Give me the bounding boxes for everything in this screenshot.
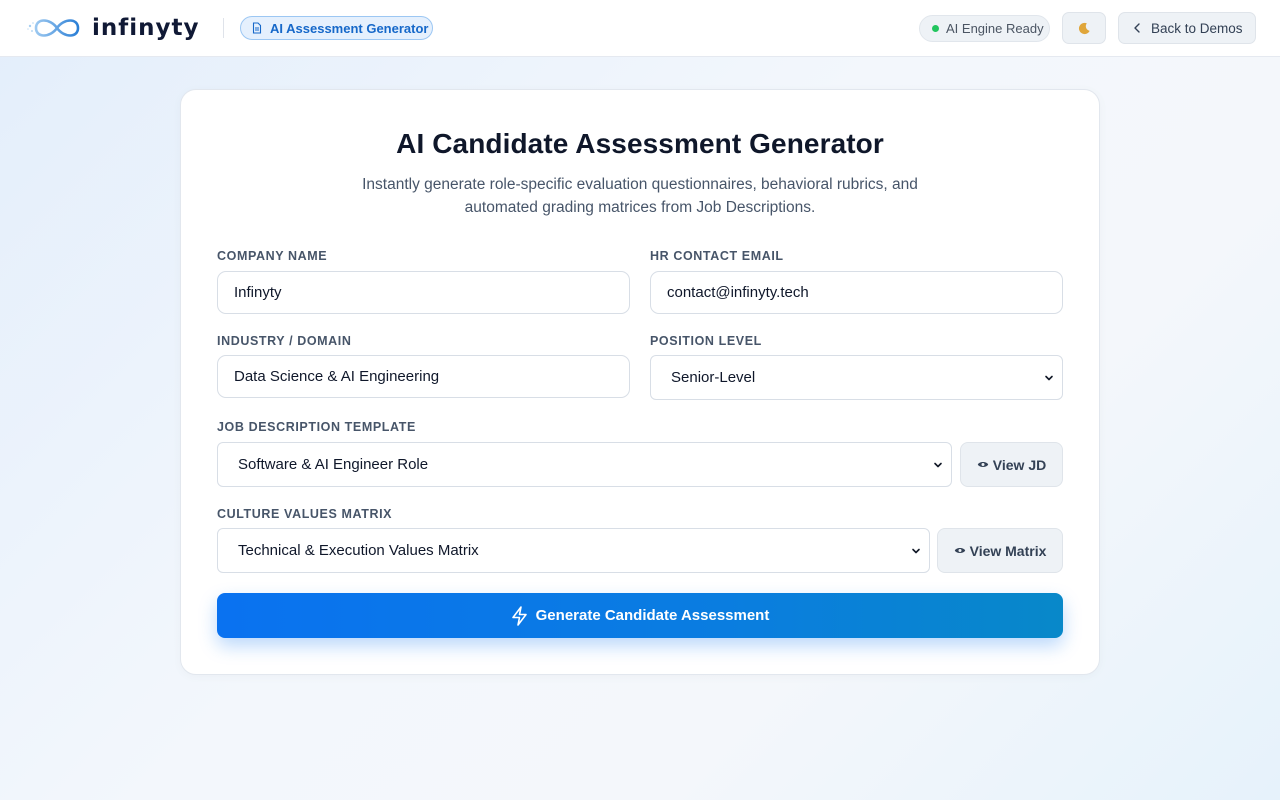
- view-jd-label: View JD: [992, 456, 1047, 473]
- culture-matrix-select[interactable]: Technical & Execution Values Matrix: [217, 528, 930, 573]
- view-matrix-button[interactable]: View Matrix: [937, 528, 1063, 573]
- back-to-demos-button[interactable]: Back to Demos: [1118, 12, 1256, 44]
- engine-status-badge: AI Engine Ready: [919, 15, 1050, 42]
- brand-logo[interactable]: infinyty: [26, 13, 200, 43]
- logo-text: infinyty: [92, 15, 200, 41]
- jd-template-value: Software & AI Engineer Role: [238, 456, 429, 473]
- lightning-icon: [511, 605, 528, 626]
- top-bar: infinyty AI Assessment Generator AI Engi…: [0, 0, 1280, 57]
- chevron-down-icon: [1044, 373, 1054, 383]
- document-icon: [251, 22, 263, 34]
- company-name-input[interactable]: Infinyty: [217, 271, 630, 314]
- generate-assessment-label: Generate Candidate Assessment: [535, 607, 770, 624]
- company-name-label: COMPANY NAME: [217, 249, 328, 263]
- position-level-select[interactable]: Senior-Level: [650, 355, 1063, 400]
- eye-icon: [977, 460, 989, 469]
- position-level-label: POSITION LEVEL: [650, 334, 762, 348]
- status-dot-icon: [932, 25, 939, 32]
- view-jd-button[interactable]: View JD: [960, 442, 1063, 487]
- assessment-form-card: AI Candidate Assessment Generator Instan…: [180, 89, 1100, 675]
- eye-icon: [954, 546, 966, 555]
- chevron-left-icon: [1133, 23, 1141, 33]
- page-title: AI Candidate Assessment Generator: [396, 128, 884, 159]
- culture-matrix-value: Technical & Execution Values Matrix: [238, 542, 479, 559]
- industry-input[interactable]: Data Science & AI Engineering: [217, 355, 630, 398]
- hr-email-label: HR CONTACT EMAIL: [650, 249, 784, 263]
- generate-assessment-button[interactable]: Generate Candidate Assessment: [217, 593, 1063, 638]
- app-badge: AI Assessment Generator: [240, 16, 433, 40]
- jd-template-select[interactable]: Software & AI Engineer Role: [217, 442, 952, 487]
- position-level-value: Senior-Level: [671, 369, 756, 386]
- hr-email-input[interactable]: contact@infinyty.tech: [650, 271, 1063, 314]
- back-to-demos-label: Back to Demos: [1151, 20, 1243, 36]
- infinity-logo-icon: [27, 19, 80, 37]
- view-matrix-label: View Matrix: [969, 542, 1047, 559]
- industry-label: INDUSTRY / DOMAIN: [217, 334, 352, 348]
- app-badge-label: AI Assessment Generator: [270, 20, 429, 36]
- chevron-down-icon: [933, 460, 943, 470]
- theme-toggle-button[interactable]: [1062, 12, 1106, 44]
- moon-icon: [1078, 22, 1090, 34]
- page-subtitle: Instantly generate role-specific evaluat…: [362, 176, 918, 216]
- header-divider: [223, 18, 224, 38]
- engine-status-label: AI Engine Ready: [946, 21, 1044, 36]
- culture-matrix-label: CULTURE VALUES MATRIX: [217, 507, 393, 521]
- jd-template-label: JOB DESCRIPTION TEMPLATE: [217, 420, 416, 434]
- chevron-down-icon: [911, 546, 921, 556]
